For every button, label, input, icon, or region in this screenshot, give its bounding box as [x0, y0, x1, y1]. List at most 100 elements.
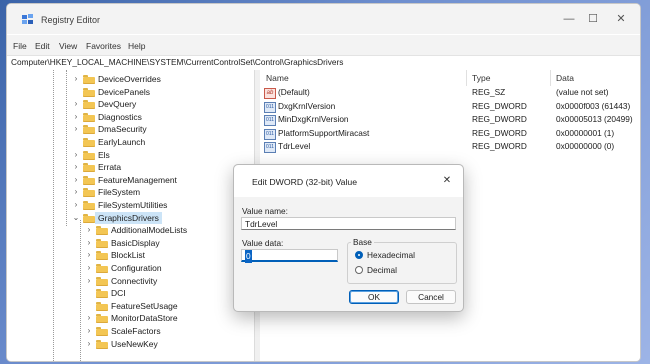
value-data-input[interactable]: 0	[241, 249, 338, 263]
menu-view[interactable]: View	[59, 41, 77, 51]
tree-item[interactable]: › UseNewKey	[7, 338, 247, 350]
close-button[interactable]: ✕	[609, 10, 633, 28]
tree-item[interactable]: DevicePanels	[7, 86, 247, 98]
column-header-name[interactable]: Name	[266, 73, 289, 83]
chevron-right-icon[interactable]: ›	[85, 339, 93, 349]
tree-item[interactable]: › FeatureManagement	[7, 174, 247, 186]
chevron-right-icon[interactable]: ›	[72, 187, 80, 197]
tree-item-label: AdditionalModeLists	[111, 225, 188, 236]
hexadecimal-label[interactable]: Hexadecimal	[367, 250, 415, 260]
folder-icon	[96, 238, 108, 248]
ok-button[interactable]: OK	[349, 290, 399, 304]
folder-icon	[96, 327, 108, 336]
chevron-right-icon[interactable]: ›	[85, 238, 93, 248]
folder-icon	[96, 339, 108, 349]
chevron-right-icon[interactable]: ›	[72, 112, 80, 122]
dialog-title-bar[interactable]: Edit DWORD (32-bit) Value ✕	[234, 165, 463, 197]
registry-editor-window: Registry Editor — ☐ ✕ File Edit View Fav…	[6, 3, 641, 362]
tree-item-label: FileSystem	[98, 187, 141, 198]
tree-item[interactable]: EarlyLaunch	[7, 136, 247, 148]
chevron-right-icon[interactable]: ›	[72, 150, 80, 160]
dialog-close-icon[interactable]: ✕	[439, 173, 455, 189]
chevron-right-icon[interactable]: ›	[72, 124, 80, 134]
value-name: DxgKrnlVersion	[278, 100, 336, 111]
tree-item[interactable]: › MonitorDataStore	[7, 312, 247, 324]
folder-icon	[96, 251, 108, 261]
cancel-button[interactable]: Cancel	[406, 290, 456, 304]
value-data: 0x00005013 (20499)	[556, 114, 633, 124]
chevron-right-icon[interactable]: ›	[72, 162, 80, 172]
base-groupbox	[347, 242, 457, 284]
value-data-label: Value data:	[242, 238, 284, 248]
address-path[interactable]: Computer\HKEY_LOCAL_MACHINE\SYSTEM\Curre…	[11, 57, 343, 67]
value-type: REG_SZ	[472, 87, 506, 97]
chevron-right-icon[interactable]: ›	[85, 263, 93, 273]
address-bar[interactable]: Computer\HKEY_LOCAL_MACHINE\SYSTEM\Curre…	[7, 55, 640, 71]
hexadecimal-radio[interactable]	[355, 251, 363, 259]
value-row[interactable]: ab (Default) REG_SZ (value not set)	[260, 86, 640, 99]
title-bar[interactable]: Registry Editor — ☐ ✕	[7, 4, 640, 34]
column-separator[interactable]	[550, 70, 551, 86]
chevron-right-icon[interactable]: ›	[85, 225, 93, 235]
tree-item[interactable]: › Connectivity	[7, 275, 247, 287]
tree-item[interactable]: FeatureSetUsage	[7, 300, 247, 312]
menu-file[interactable]: File	[13, 41, 27, 51]
tree-item-label: DCI	[111, 288, 126, 299]
minimize-button[interactable]: —	[557, 10, 581, 28]
folder-icon	[96, 289, 108, 299]
tree-item[interactable]: › DmaSecurity	[7, 123, 247, 135]
tree-item[interactable]: › ScaleFactors	[7, 325, 247, 337]
tree-item[interactable]: › Diagnostics	[7, 111, 247, 123]
value-row[interactable]: 011 DxgKrnlVersion REG_DWORD 0x0000f003 (61…	[260, 100, 640, 113]
chevron-right-icon[interactable]: ›	[72, 200, 80, 210]
value-row[interactable]: 011 MinDxgKrnlVersion REG_DWORD 0x00005013 …	[260, 113, 640, 126]
column-header-type[interactable]: Type	[472, 73, 490, 83]
tree-item[interactable]: DCI	[7, 287, 247, 299]
tree-item[interactable]: › BasicDisplay	[7, 237, 247, 249]
chevron-right-icon[interactable]: ›	[85, 326, 93, 336]
value-row[interactable]: 011 PlatformSupportMiracast REG_DWORD 0x000…	[260, 127, 640, 140]
tree-item[interactable]: › Els	[7, 149, 247, 161]
decimal-label[interactable]: Decimal	[367, 265, 397, 275]
chevron-right-icon[interactable]: ›	[85, 276, 93, 286]
value-name-text: TdrLevel	[245, 219, 278, 229]
tree-item-label: DevicePanels	[98, 86, 150, 97]
value-row[interactable]: 011 TdrLevel REG_DWORD 0x00000000 (0)	[260, 140, 640, 153]
tree-item-label: MonitorDataStore	[111, 313, 178, 324]
maximize-button[interactable]: ☐	[581, 10, 605, 28]
chevron-right-icon[interactable]: ›	[72, 99, 80, 109]
column-separator[interactable]	[466, 70, 467, 86]
chevron-right-icon[interactable]: ›	[72, 74, 80, 84]
chevron-right-icon[interactable]: ›	[85, 250, 93, 260]
folder-icon	[83, 75, 95, 84]
chevron-right-icon[interactable]: ›	[72, 175, 80, 185]
value-name-field[interactable]: TdrLevel	[241, 217, 456, 230]
tree-item[interactable]: › DevQuery	[7, 98, 247, 110]
base-label: Base	[351, 237, 374, 247]
chevron-right-icon[interactable]: ›	[85, 313, 93, 323]
binary-value-icon: 011	[264, 101, 276, 113]
tree-item[interactable]: › FileSystemUtilities	[7, 199, 247, 211]
tree-item[interactable]: › Errata	[7, 161, 247, 173]
value-type: REG_DWORD	[472, 114, 527, 124]
menu-favorites[interactable]: Favorites	[86, 41, 121, 51]
chevron-down-icon[interactable]: ⌄	[72, 213, 80, 223]
folder-icon	[83, 125, 95, 135]
column-header-data[interactable]: Data	[556, 73, 574, 83]
string-value-icon: ab	[264, 88, 276, 99]
tree-item[interactable]: › BlockList	[7, 249, 247, 261]
tree-item-label: FeatureManagement	[98, 174, 177, 185]
menu-help[interactable]: Help	[128, 41, 145, 51]
registry-key-tree[interactable]: › DeviceOverrides DevicePanels › DevQuery › Di…	[7, 70, 254, 361]
tree-item[interactable]: › DeviceOverrides	[7, 73, 247, 85]
decimal-radio[interactable]	[355, 266, 363, 274]
tree-item[interactable]: › FileSystem	[7, 186, 247, 198]
tree-item[interactable]: › AdditionalModeLists	[7, 224, 247, 236]
folder-icon	[83, 188, 95, 198]
tree-item[interactable]: ⌄ GraphicsDrivers	[7, 211, 247, 224]
folder-icon	[96, 301, 108, 311]
value-type: REG_DWORD	[472, 100, 527, 111]
menu-edit[interactable]: Edit	[35, 41, 50, 51]
tree-item[interactable]: › Configuration	[7, 262, 247, 274]
registry-editor-app-icon	[22, 14, 33, 24]
